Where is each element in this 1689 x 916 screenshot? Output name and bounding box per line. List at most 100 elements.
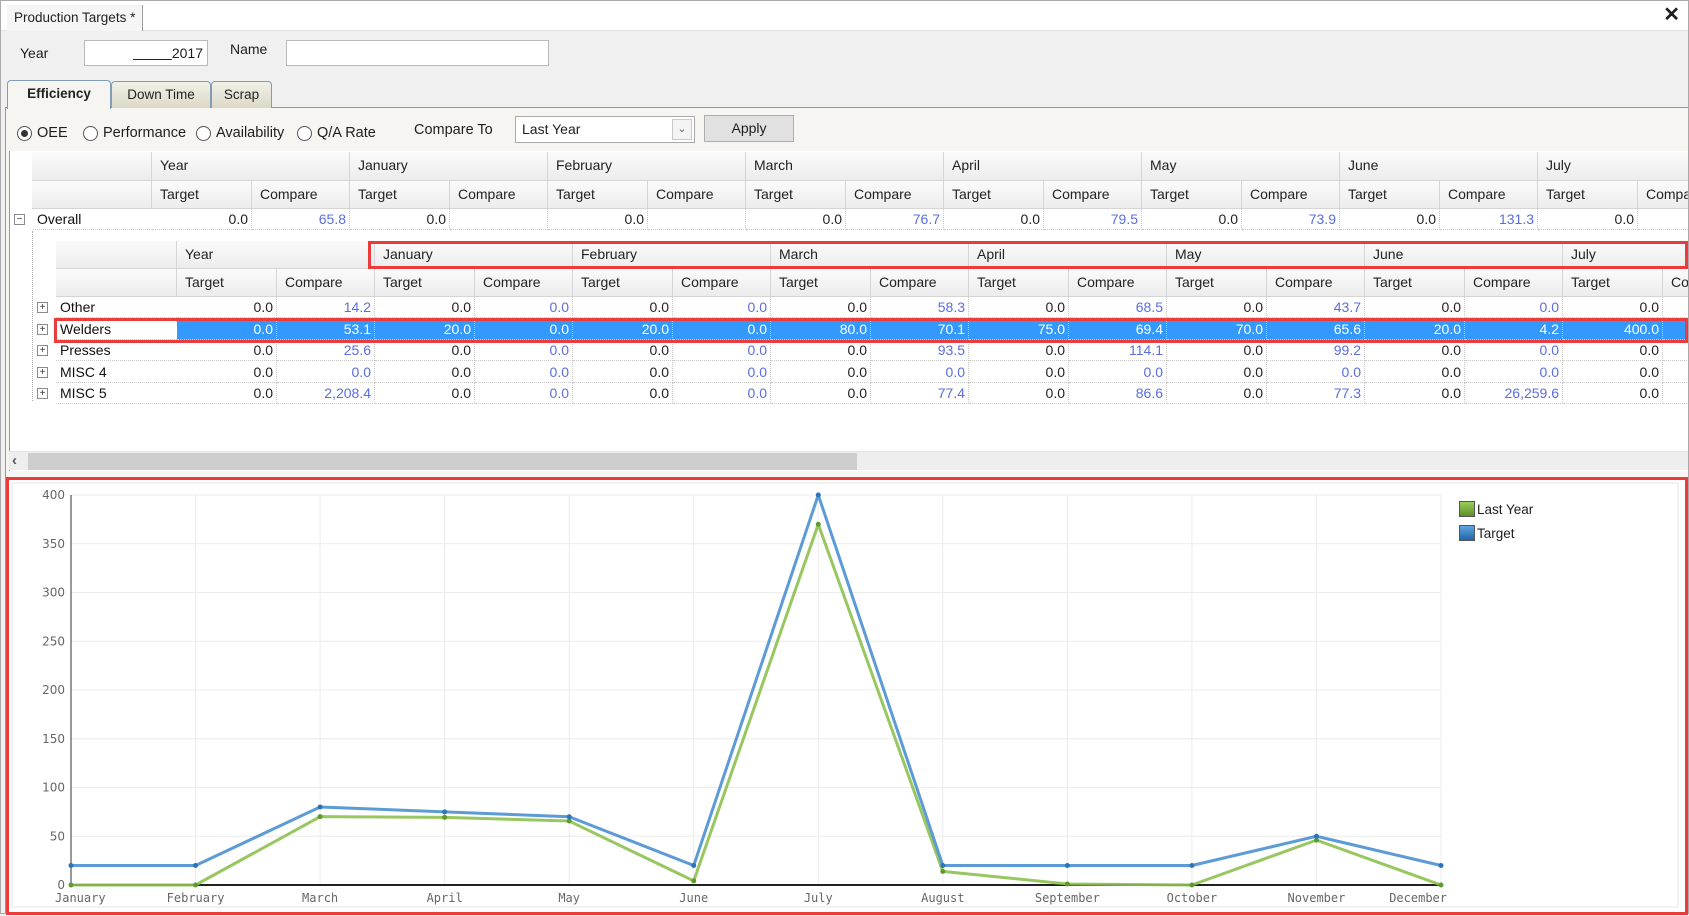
target-cell[interactable]: 0.0 bbox=[375, 361, 475, 383]
target-cell[interactable]: 0.0 bbox=[1167, 361, 1267, 383]
detail-group-header-march[interactable]: March bbox=[771, 241, 969, 269]
year-input[interactable]: 2017 bbox=[84, 40, 208, 66]
grid-sort-header[interactable] bbox=[32, 181, 152, 209]
target-cell[interactable]: 0.0 bbox=[771, 361, 871, 383]
detail-sub-header-target[interactable]: Target bbox=[375, 269, 475, 297]
sub-header-target[interactable]: Target bbox=[746, 181, 846, 209]
target-cell[interactable]: 0.0 bbox=[1365, 383, 1465, 404]
detail-group-header-april[interactable]: April bbox=[969, 241, 1167, 269]
sub-header-compare[interactable]: Compare bbox=[1044, 181, 1142, 209]
close-icon[interactable]: ✕ bbox=[1663, 4, 1680, 26]
expand-icon[interactable]: + bbox=[37, 345, 48, 356]
target-cell[interactable]: 400.0 bbox=[1563, 318, 1663, 340]
detail-sub-header-compare[interactable]: Compare bbox=[277, 269, 375, 297]
expand-icon[interactable]: + bbox=[37, 302, 48, 313]
target-cell[interactable]: 0.0 bbox=[177, 340, 277, 361]
group-header-may[interactable]: May bbox=[1142, 152, 1340, 181]
sub-header-target[interactable]: Target bbox=[1142, 181, 1242, 209]
target-cell[interactable]: 0.0 bbox=[573, 383, 673, 404]
target-cell[interactable]: 0.0 bbox=[1167, 340, 1267, 361]
expand-icon[interactable]: + bbox=[37, 366, 48, 378]
target-cell[interactable]: 20.0 bbox=[573, 318, 673, 340]
detail-sub-header-target[interactable]: Target bbox=[1365, 269, 1465, 297]
target-cell[interactable]: 0.0 bbox=[573, 340, 673, 361]
apply-button[interactable]: Apply bbox=[704, 115, 794, 142]
detail-sub-header-target[interactable]: Target bbox=[1563, 269, 1663, 297]
target-cell[interactable]: 0.0 bbox=[573, 297, 673, 318]
sub-header-target[interactable]: Target bbox=[548, 181, 648, 209]
target-cell[interactable]: 0.0 bbox=[771, 383, 871, 404]
detail-sub-header-compare[interactable]: Compare bbox=[673, 269, 771, 297]
target-cell[interactable]: 80.0 bbox=[771, 318, 871, 340]
tab-down-time[interactable]: Down Time bbox=[111, 81, 211, 108]
detail-sub-header-compare[interactable]: Compare bbox=[1267, 269, 1365, 297]
sub-header-target[interactable]: Target bbox=[1340, 181, 1440, 209]
compare-to-select[interactable]: Last Year ⌄ bbox=[515, 116, 695, 143]
sub-header-compare[interactable]: Compare bbox=[1242, 181, 1340, 209]
target-cell[interactable]: 0.0 bbox=[771, 297, 871, 318]
group-header-february[interactable]: February bbox=[548, 152, 746, 181]
detail-sub-header-target[interactable]: Target bbox=[1167, 269, 1267, 297]
target-cell[interactable]: 0.0 bbox=[375, 340, 475, 361]
sub-header-target[interactable]: Target bbox=[350, 181, 450, 209]
detail-sub-header-target[interactable]: Target bbox=[573, 269, 673, 297]
sub-header-target[interactable]: Target bbox=[944, 181, 1044, 209]
tab-scrap[interactable]: Scrap bbox=[211, 81, 272, 108]
detail-sub-header-compare[interactable]: Compare bbox=[475, 269, 573, 297]
detail-sub-header-target[interactable]: Target bbox=[177, 269, 277, 297]
target-cell[interactable]: 0.0 bbox=[177, 361, 277, 383]
target-cell[interactable]: 0.0 bbox=[375, 297, 475, 318]
detail-sub-header-compare[interactable]: Compare bbox=[1465, 269, 1563, 297]
group-header-july[interactable]: July bbox=[1538, 152, 1688, 181]
target-cell[interactable]: 20.0 bbox=[375, 318, 475, 340]
target-cell[interactable]: 0.0 bbox=[969, 340, 1069, 361]
sub-header-target[interactable]: Target bbox=[152, 181, 252, 209]
detail-group-header-july[interactable]: July bbox=[1563, 241, 1688, 269]
target-cell[interactable]: 0.0 bbox=[375, 383, 475, 404]
target-cell[interactable]: 20.0 bbox=[1365, 318, 1465, 340]
target-cell[interactable]: 0.0 bbox=[969, 383, 1069, 404]
group-header-march[interactable]: March bbox=[746, 152, 944, 181]
target-cell[interactable]: 0.0 bbox=[177, 318, 277, 340]
target-cell[interactable]: 70.0 bbox=[1167, 318, 1267, 340]
group-header-april[interactable]: April bbox=[944, 152, 1142, 181]
scrollbar-thumb[interactable] bbox=[28, 453, 857, 470]
target-cell[interactable]: 0.0 bbox=[1563, 383, 1663, 404]
sub-header-compare[interactable]: Compare bbox=[1638, 181, 1688, 209]
radio-availability[interactable]: Availability bbox=[196, 123, 284, 143]
target-cell[interactable]: 0.0 bbox=[1365, 361, 1465, 383]
radio-performance[interactable]: Performance bbox=[83, 123, 186, 143]
detail-group-header-january[interactable]: January bbox=[375, 241, 573, 269]
target-cell[interactable]: 0.0 bbox=[1563, 340, 1663, 361]
detail-sub-header-target[interactable]: Target bbox=[771, 269, 871, 297]
sub-header-compare[interactable]: Compare bbox=[1440, 181, 1538, 209]
row-label-welders[interactable]: Welders bbox=[56, 318, 177, 340]
detail-sub-header-target[interactable]: Target bbox=[969, 269, 1069, 297]
row-label-misc-4[interactable]: MISC 4 bbox=[56, 362, 177, 383]
target-cell[interactable]: 0.0 bbox=[969, 361, 1069, 383]
sub-header-compare[interactable]: Compare bbox=[252, 181, 350, 209]
scroll-left-icon[interactable]: ‹ bbox=[12, 452, 26, 471]
radio-oee[interactable]: OEE bbox=[17, 123, 68, 143]
sub-header-compare[interactable]: Compare bbox=[648, 181, 746, 209]
target-cell[interactable]: 75.0 bbox=[969, 318, 1069, 340]
group-header-year[interactable]: Year bbox=[152, 152, 350, 181]
target-cell[interactable]: 0.0 bbox=[177, 297, 277, 318]
detail-group-header-june[interactable]: June bbox=[1365, 241, 1563, 269]
row-label-presses[interactable]: Presses bbox=[56, 340, 177, 361]
tab-efficiency[interactable]: Efficiency bbox=[7, 80, 111, 109]
target-cell[interactable]: 0.0 bbox=[1167, 297, 1267, 318]
sub-header-compare[interactable]: Compare bbox=[846, 181, 944, 209]
detail-sub-header-compare[interactable]: Compare bbox=[871, 269, 969, 297]
name-input[interactable] bbox=[286, 40, 549, 66]
group-header-june[interactable]: June bbox=[1340, 152, 1538, 181]
detail-group-header-year[interactable]: Year bbox=[177, 241, 375, 269]
target-cell[interactable]: 0.0 bbox=[1563, 361, 1663, 383]
target-cell[interactable]: 0.0 bbox=[1167, 383, 1267, 404]
chevron-down-icon[interactable]: ⌄ bbox=[672, 119, 692, 140]
sub-header-target[interactable]: Target bbox=[1538, 181, 1638, 209]
target-cell[interactable]: 0.0 bbox=[771, 340, 871, 361]
target-cell[interactable]: 0.0 bbox=[969, 297, 1069, 318]
detail-sub-header-compare[interactable]: Compare bbox=[1069, 269, 1167, 297]
detail-group-header-may[interactable]: May bbox=[1167, 241, 1365, 269]
